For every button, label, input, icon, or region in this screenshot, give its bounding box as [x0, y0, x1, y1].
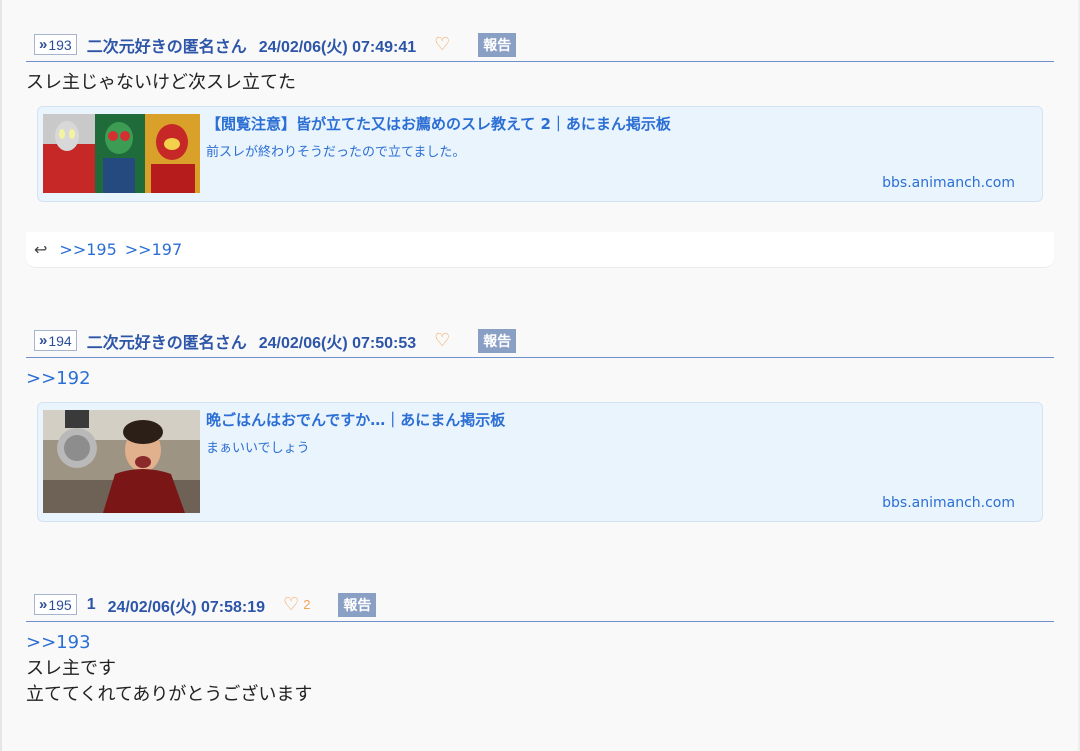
- reply-link[interactable]: >>197: [125, 240, 182, 259]
- like-count: 2: [303, 597, 311, 612]
- post-header: » 194 二次元好きの匿名さん 24/02/06(火) 07:50:53 ♡ …: [26, 324, 1054, 358]
- anchor-link[interactable]: >>193: [26, 632, 91, 653]
- post-date: 24/02/06(火) 07:49:41: [258, 38, 417, 56]
- post-195: » 195 1 24/02/06(火) 07:58:19 ♡ 2 報告 >>19…: [26, 588, 1054, 708]
- heart-outline-icon: ♡: [434, 330, 451, 350]
- link-card-thumbnail: [43, 114, 200, 193]
- like-button[interactable]: ♡: [434, 330, 450, 351]
- res-number: 193: [48, 36, 72, 53]
- link-card-title: 晩ごはんはおでんですか…｜あにまん掲示板: [206, 411, 506, 429]
- post-body-line: 立ててくれてありがとうございます: [26, 684, 313, 705]
- link-card[interactable]: 晩ごはんはおでんですか…｜あにまん掲示板 まぁいいでしょう bbs.animan…: [37, 402, 1043, 522]
- res-number-button[interactable]: » 195: [34, 594, 77, 615]
- link-card[interactable]: 【閲覧注意】皆が立てた又はお薦めのスレ教えて 2｜あにまん掲示板 前スレが終わり…: [37, 106, 1043, 202]
- heart-outline-icon: ♡: [434, 34, 451, 54]
- poster-name: 1: [86, 595, 96, 613]
- report-button[interactable]: 報告: [478, 32, 517, 57]
- like-button[interactable]: ♡: [434, 34, 450, 55]
- post-date: 24/02/06(火) 07:50:53: [258, 334, 417, 352]
- poster-name: 二次元好きの匿名さん: [86, 334, 247, 352]
- report-button[interactable]: 報告: [478, 328, 517, 353]
- res-number-button[interactable]: » 194: [34, 330, 77, 351]
- double-chevron-right-icon: »: [39, 332, 48, 349]
- poster-name: 二次元好きの匿名さん: [86, 38, 247, 56]
- post-194: » 194 二次元好きの匿名さん 24/02/06(火) 07:50:53 ♡ …: [26, 324, 1054, 522]
- page-left-border: [0, 0, 2, 751]
- post-header: » 193 二次元好きの匿名さん 24/02/06(火) 07:49:41 ♡ …: [26, 28, 1054, 62]
- post-body-line: スレ主です: [26, 658, 116, 679]
- res-number: 194: [48, 332, 72, 349]
- link-card-domain: bbs.animanch.com: [882, 175, 1015, 191]
- link-card-thumbnail: [43, 410, 200, 513]
- reply-link[interactable]: >>195: [59, 240, 116, 259]
- res-number: 195: [48, 596, 72, 613]
- post-193: » 193 二次元好きの匿名さん 24/02/06(火) 07:49:41 ♡ …: [26, 28, 1054, 268]
- link-card-domain: bbs.animanch.com: [882, 495, 1015, 511]
- report-button[interactable]: 報告: [338, 592, 377, 617]
- like-button[interactable]: ♡ 2: [283, 594, 310, 615]
- post-body: スレ主じゃないけど次スレ立てた: [26, 72, 296, 93]
- link-card-title: 【閲覧注意】皆が立てた又はお薦めのスレ教えて 2｜あにまん掲示板: [206, 115, 671, 133]
- double-chevron-right-icon: »: [39, 596, 48, 613]
- anchor-link[interactable]: >>192: [26, 368, 91, 389]
- post-body: >>193 スレ主です 立ててくれてありがとうございます: [26, 630, 1054, 708]
- reply-arrow-icon: ↩: [34, 240, 48, 259]
- heart-outline-icon: ♡: [283, 594, 300, 614]
- link-card-description: まぁいいでしょう: [206, 441, 310, 456]
- link-card-description: 前スレが終わりそうだったので立てました。: [206, 145, 466, 160]
- post-body: >>192: [26, 366, 1054, 392]
- post-date: 24/02/06(火) 07:58:19: [107, 598, 266, 616]
- res-number-button[interactable]: » 193: [34, 34, 77, 55]
- reply-list: ↩ >>195 >>197: [26, 232, 1054, 268]
- post-header: » 195 1 24/02/06(火) 07:58:19 ♡ 2 報告: [26, 588, 1054, 622]
- double-chevron-right-icon: »: [39, 36, 48, 53]
